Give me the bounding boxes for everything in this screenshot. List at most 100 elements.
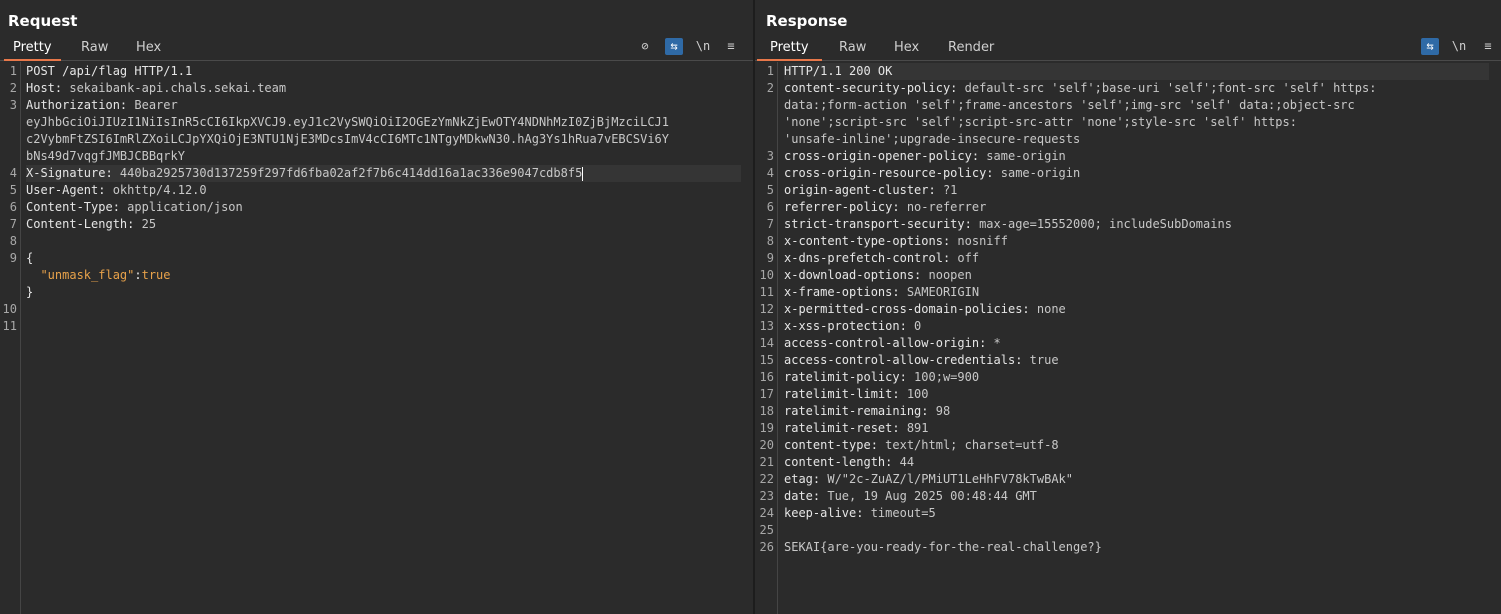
line-number: 13 [759, 319, 774, 333]
line-number: 10 [759, 268, 774, 282]
hide-icon[interactable]: ⊘ [636, 38, 654, 55]
text-caret [582, 166, 584, 181]
menu-icon[interactable]: ≡ [722, 38, 740, 55]
tab-pretty[interactable]: Pretty [4, 38, 61, 61]
line-number: 4 [766, 166, 774, 180]
line-number: 9 [766, 251, 774, 265]
response-title: Response [766, 12, 848, 30]
line-number: 24 [759, 506, 774, 520]
response-line: ratelimit-reset: 891 [784, 421, 929, 435]
line-number: 17 [759, 387, 774, 401]
newline-icon[interactable]: \n [694, 38, 712, 55]
line-number: 11 [2, 319, 17, 333]
response-pane: Response Pretty Raw Hex Render ⇆ \n ≡ 12… [755, 0, 1501, 614]
response-line: ratelimit-policy: 100;w=900 [784, 370, 980, 384]
line-number: 6 [9, 200, 17, 214]
request-line: c2VybmFtZSI6ImRlZXoiLCJpYXQiOjE3NTU1NjE3… [26, 132, 669, 146]
wrap-icon[interactable]: ⇆ [1421, 38, 1439, 55]
response-line: x-permitted-cross-domain-policies: none [784, 302, 1066, 316]
response-line: content-type: text/html; charset=utf-8 [784, 438, 1059, 452]
request-pane: Request Pretty Raw Hex ⊘ ⇆ \n ≡ 1 2 3 4 5 6 7 8… [0, 0, 753, 614]
tab-hex[interactable]: Hex [136, 38, 161, 59]
request-line: User-Agent: okhttp/4.12.0 [26, 183, 207, 197]
response-line: strict-transport-security: max-age=15552… [784, 217, 1232, 231]
response-line: cross-origin-opener-policy: same-origin [784, 149, 1066, 163]
response-line: 'none';script-src 'self';script-src-attr… [784, 115, 1297, 129]
line-number: 8 [766, 234, 774, 248]
line-number: 1 [9, 64, 17, 78]
response-line [784, 522, 1489, 539]
response-line: content-length: 44 [784, 455, 915, 469]
line-number: 10 [2, 302, 17, 316]
response-tabs: Pretty Raw Hex Render [755, 38, 1501, 61]
response-status-line: HTTP/1.1 200 OK [784, 63, 1489, 80]
line-number: 6 [766, 200, 774, 214]
wrap-icon[interactable]: ⇆ [665, 38, 683, 55]
response-line: access-control-allow-credentials: true [784, 353, 1059, 367]
line-number: 2 [9, 81, 17, 95]
line-number: 18 [759, 404, 774, 418]
line-number: 9 [9, 251, 17, 265]
line-number: 7 [766, 217, 774, 231]
response-editor[interactable]: 1 2 3 4 5 6 7 8 9 10 11 12 13 14 15 16 17 18 19 20 21 22 23 24 2… [755, 62, 1501, 614]
response-line: ratelimit-remaining: 98 [784, 404, 951, 418]
line-number: 16 [759, 370, 774, 384]
line-number: 1 [766, 64, 774, 78]
request-line: Content-Type: application/json [26, 200, 243, 214]
line-number: 2 [766, 81, 774, 95]
response-line: cross-origin-resource-policy: same-origi… [784, 166, 1081, 180]
response-line: 'unsafe-inline';upgrade-insecure-request… [784, 132, 1081, 146]
response-line: etag: W/"2c-ZuAZ/l/PMiUT1LeHhFV78kTwBAk" [784, 472, 1073, 486]
request-line: eyJhbGciOiJIUzI1NiIsInR5cCI6IkpXVCJ9.eyJ… [26, 115, 669, 129]
line-number: 25 [759, 523, 774, 537]
line-number: 5 [766, 183, 774, 197]
tab-raw[interactable]: Raw [81, 38, 108, 59]
request-line: Content-Length: 25 [26, 217, 157, 231]
line-number: 12 [759, 302, 774, 316]
line-number: 19 [759, 421, 774, 435]
request-line: { [26, 251, 34, 265]
tab-pretty[interactable]: Pretty [757, 38, 822, 61]
line-number: 23 [759, 489, 774, 503]
response-gutter: 1 2 3 4 5 6 7 8 9 10 11 12 13 14 15 16 17 18 19 20 21 22 23 24 2… [755, 62, 778, 614]
request-line-current: X-Signature: 440ba2925730d137259f297fd6f… [26, 165, 741, 182]
response-line: SEKAI{are-you-ready-for-the-real-challen… [784, 540, 1102, 554]
request-editor[interactable]: 1 2 3 4 5 6 7 8 9 10 11 POST /api/flag HTTP/1.1 Ho… [0, 62, 753, 614]
response-line: keep-alive: timeout=5 [784, 506, 936, 520]
response-line: x-frame-options: SAMEORIGIN [784, 285, 980, 299]
request-line: Host: sekaibank-api.chals.sekai.team [26, 81, 287, 95]
tab-raw[interactable]: Raw [839, 38, 866, 59]
line-number: 21 [759, 455, 774, 469]
menu-icon[interactable]: ≡ [1479, 38, 1497, 55]
request-title: Request [8, 12, 78, 30]
response-line: data:;form-action 'self';frame-ancestors… [784, 98, 1355, 112]
line-number: 4 [9, 166, 17, 180]
line-number: 26 [759, 540, 774, 554]
request-line: } [26, 285, 34, 299]
newline-icon[interactable]: \n [1450, 38, 1468, 55]
line-number: 8 [9, 234, 17, 248]
line-number: 3 [9, 98, 17, 112]
response-line: x-dns-prefetch-control: off [784, 251, 980, 265]
request-line: POST /api/flag HTTP/1.1 [26, 64, 193, 78]
response-line: access-control-allow-origin: * [784, 336, 1001, 350]
line-number: 3 [766, 149, 774, 163]
tab-render[interactable]: Render [948, 38, 994, 59]
response-line: x-content-type-options: nosniff [784, 234, 1008, 248]
response-line: date: Tue, 19 Aug 2025 00:48:44 GMT [784, 489, 1037, 503]
response-line: ratelimit-limit: 100 [784, 387, 929, 401]
response-line: x-download-options: noopen [784, 268, 972, 282]
request-line: bNs49d7vqgfJMBJCBBqrkY [26, 149, 185, 163]
line-number: 5 [9, 183, 17, 197]
line-number: 11 [759, 285, 774, 299]
line-number: 20 [759, 438, 774, 452]
line-number: 14 [759, 336, 774, 350]
line-number: 7 [9, 217, 17, 231]
tab-hex[interactable]: Hex [894, 38, 919, 59]
response-line: x-xss-protection: 0 [784, 319, 922, 333]
response-line: referrer-policy: no-referrer [784, 200, 987, 214]
line-number: 15 [759, 353, 774, 367]
request-gutter: 1 2 3 4 5 6 7 8 9 10 11 [0, 62, 21, 614]
line-number: 22 [759, 472, 774, 486]
request-line: "unmask_flag":true [40, 268, 171, 282]
